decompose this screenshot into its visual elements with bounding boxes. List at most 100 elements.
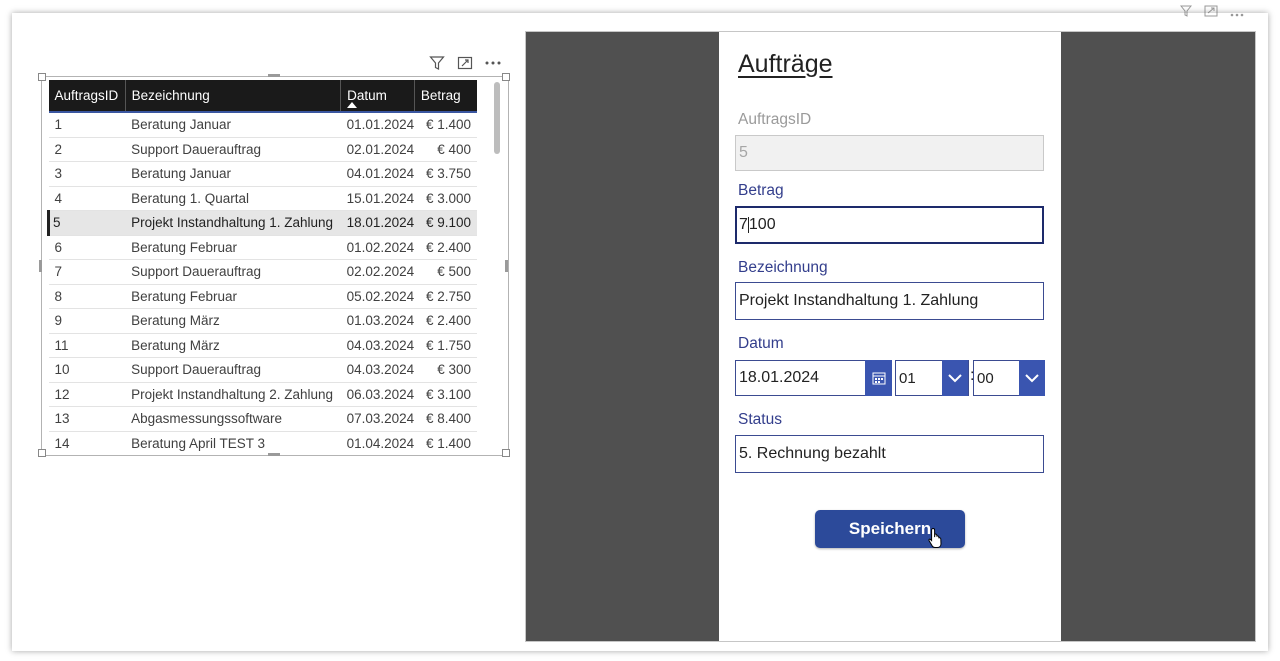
- cell-auftragsid[interactable]: 11: [48, 333, 126, 358]
- cell-bezeichnung[interactable]: Beratung Februar: [125, 235, 341, 260]
- cell-betrag[interactable]: € 8.400: [414, 406, 477, 432]
- cell-datum[interactable]: 04.03.2024: [340, 357, 415, 383]
- resize-handle[interactable]: [505, 260, 508, 272]
- column-header-bezeichnung[interactable]: Bezeichnung: [125, 80, 342, 112]
- cell-datum[interactable]: 02.02.2024: [340, 259, 415, 285]
- cell-betrag[interactable]: € 9.100: [414, 210, 477, 236]
- cell-datum[interactable]: 04.01.2024: [340, 161, 415, 187]
- table-scrollbar-thumb[interactable]: [494, 82, 500, 154]
- more-options-icon[interactable]: [484, 54, 502, 72]
- resize-handle[interactable]: [502, 73, 510, 81]
- table-row[interactable]: 4 Beratung 1. Quartal 15.01.2024 € 3.000: [48, 186, 477, 211]
- resize-handle[interactable]: [502, 449, 510, 457]
- resize-handle[interactable]: [38, 449, 46, 457]
- resize-handle[interactable]: [268, 453, 280, 456]
- cell-betrag[interactable]: € 3.000: [414, 186, 477, 211]
- cell-bezeichnung[interactable]: Projekt Instandhaltung 1. Zahlung: [125, 210, 341, 236]
- cell-betrag[interactable]: € 1.400: [414, 112, 477, 138]
- cell-bezeichnung[interactable]: Support Dauerauftrag: [125, 357, 341, 383]
- cell-betrag[interactable]: € 2.400: [414, 235, 477, 260]
- cell-datum[interactable]: 01.03.2024: [340, 308, 415, 334]
- cell-auftragsid[interactable]: 12: [48, 382, 126, 407]
- resize-handle[interactable]: [38, 73, 46, 81]
- table-row[interactable]: 5 Projekt Instandhaltung 1. Zahlung 18.01.…: [47, 210, 477, 236]
- filter-icon[interactable]: [428, 54, 446, 72]
- betrag-field[interactable]: 7 100: [735, 206, 1044, 244]
- cell-auftragsid[interactable]: 14: [48, 431, 126, 455]
- status-field[interactable]: 5. Rechnung bezahlt: [735, 435, 1044, 473]
- table-row[interactable]: 13 Abgasmessungssoftware 07.03.2024 € 8.400: [48, 406, 477, 432]
- cell-auftragsid[interactable]: 5: [47, 210, 126, 236]
- bezeichnung-field[interactable]: Projekt Instandhaltung 1. Zahlung: [735, 282, 1044, 320]
- focus-mode-icon[interactable]: [1204, 4, 1218, 22]
- table-row[interactable]: 3 Beratung Januar 04.01.2024 € 3.750: [48, 161, 477, 187]
- cell-datum[interactable]: 15.01.2024: [340, 186, 415, 211]
- cell-bezeichnung[interactable]: Beratung Januar: [125, 161, 341, 187]
- cell-betrag[interactable]: € 2.750: [414, 284, 477, 309]
- cell-datum[interactable]: 04.03.2024: [340, 333, 415, 358]
- cell-datum[interactable]: 01.02.2024: [340, 235, 415, 260]
- cell-betrag[interactable]: € 1.750: [414, 333, 477, 358]
- resize-handle[interactable]: [39, 260, 42, 272]
- cell-datum[interactable]: 02.01.2024: [340, 137, 415, 162]
- cell-bezeichnung[interactable]: Beratung März: [125, 333, 341, 358]
- cell-bezeichnung[interactable]: Beratung Januar: [125, 112, 341, 138]
- chevron-down-icon[interactable]: [942, 360, 968, 396]
- cell-betrag[interactable]: € 400: [414, 137, 477, 162]
- cell-bezeichnung[interactable]: Beratung April TEST 3: [125, 431, 341, 455]
- column-header-auftragsid[interactable]: AuftragsID: [48, 80, 126, 112]
- cell-datum[interactable]: 05.02.2024: [340, 284, 415, 309]
- save-button[interactable]: Speichern: [815, 510, 965, 548]
- table-row[interactable]: 11 Beratung März 04.03.2024 € 1.750: [48, 333, 477, 358]
- resize-handle[interactable]: [268, 74, 280, 77]
- cell-datum[interactable]: 18.01.2024: [340, 210, 415, 236]
- cell-betrag[interactable]: € 3.100: [414, 382, 477, 407]
- cell-auftragsid[interactable]: 1: [48, 112, 126, 138]
- cell-betrag[interactable]: € 2.400: [414, 308, 477, 334]
- save-button-label: Speichern: [848, 519, 932, 538]
- cell-auftragsid[interactable]: 2: [48, 137, 126, 162]
- cell-datum[interactable]: 01.01.2024: [340, 112, 415, 138]
- cell-bezeichnung[interactable]: Beratung 1. Quartal: [125, 186, 341, 211]
- table-row[interactable]: 12 Projekt Instandhaltung 2. Zahlung 06.03…: [48, 382, 477, 407]
- focus-mode-icon[interactable]: [456, 54, 474, 72]
- table-row[interactable]: 10 Support Dauerauftrag 04.03.2024 € 300: [48, 357, 477, 383]
- table-row[interactable]: 1 Beratung Januar 01.01.2024 € 1.400: [48, 112, 477, 138]
- cell-auftragsid[interactable]: 7: [48, 259, 126, 285]
- hand-cursor-icon: [928, 527, 942, 548]
- cell-bezeichnung[interactable]: Support Dauerauftrag: [125, 137, 341, 162]
- cell-bezeichnung[interactable]: Beratung Februar: [125, 284, 341, 309]
- table-row[interactable]: 6 Beratung Februar 01.02.2024 € 2.400: [48, 235, 477, 260]
- cell-auftragsid[interactable]: 9: [48, 308, 126, 334]
- cell-datum[interactable]: 01.04.2024: [340, 431, 415, 455]
- cell-auftragsid[interactable]: 8: [48, 284, 126, 309]
- cell-auftragsid[interactable]: 6: [48, 235, 126, 260]
- cell-auftragsid[interactable]: 13: [48, 406, 126, 432]
- table-scrollbar[interactable]: [494, 80, 502, 452]
- more-options-icon[interactable]: [1230, 4, 1244, 22]
- chevron-down-icon[interactable]: [1019, 360, 1045, 396]
- cell-bezeichnung[interactable]: Support Dauerauftrag: [125, 259, 341, 285]
- filter-icon[interactable]: [1179, 4, 1193, 22]
- table-row[interactable]: 8 Beratung Februar 05.02.2024 € 2.750: [48, 284, 477, 309]
- table-row[interactable]: 14 Beratung April TEST 3 01.04.2024 € 1.400: [48, 431, 477, 455]
- cell-auftragsid[interactable]: 10: [48, 357, 126, 383]
- cell-betrag[interactable]: € 1.400: [414, 431, 477, 455]
- edit-form: Aufträge AuftragsID 5 Betrag 7 100 Bezeic…: [719, 32, 1061, 641]
- table-row[interactable]: 9 Beratung März 01.03.2024 € 2.400: [48, 308, 477, 334]
- calendar-icon[interactable]: [865, 360, 892, 396]
- cell-bezeichnung[interactable]: Abgasmessungssoftware: [125, 406, 341, 432]
- cell-betrag[interactable]: € 500: [414, 259, 477, 285]
- cell-auftragsid[interactable]: 3: [48, 161, 126, 187]
- cell-auftragsid[interactable]: 4: [48, 186, 126, 211]
- cell-bezeichnung[interactable]: Beratung März: [125, 308, 341, 334]
- cell-betrag[interactable]: € 300: [414, 357, 477, 383]
- table-row[interactable]: 2 Support Dauerauftrag 02.01.2024 € 400: [48, 137, 477, 162]
- cell-datum[interactable]: 07.03.2024: [340, 406, 415, 432]
- cell-datum[interactable]: 06.03.2024: [340, 382, 415, 407]
- cell-betrag[interactable]: € 3.750: [414, 161, 477, 187]
- column-header-betrag[interactable]: Betrag: [414, 80, 477, 112]
- table-row[interactable]: 7 Support Dauerauftrag 02.02.2024 € 500: [48, 259, 477, 285]
- column-header-datum[interactable]: Datum: [340, 80, 415, 112]
- cell-bezeichnung[interactable]: Projekt Instandhaltung 2. Zahlung: [125, 382, 341, 407]
